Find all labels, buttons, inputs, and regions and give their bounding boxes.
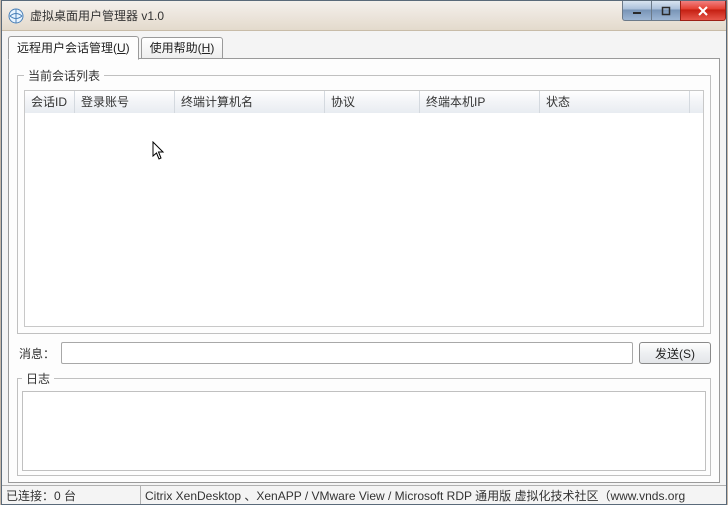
- table-column-header[interactable]: 状态: [540, 91, 690, 113]
- main-window: 虚拟桌面用户管理器 v1.0 远程用户会话管理(U) 使用帮助(H) 当前: [1, 0, 727, 505]
- table-column-filler: [690, 91, 703, 113]
- table-header: 会话ID登录账号终端计算机名协议终端本机IP状态: [25, 91, 703, 114]
- tab-strip: 远程用户会话管理(U) 使用帮助(H): [8, 37, 720, 59]
- table-column-header[interactable]: 登录账号: [75, 91, 175, 113]
- close-button[interactable]: [680, 1, 726, 21]
- minimize-button[interactable]: [622, 1, 652, 21]
- message-label: 消息：: [17, 345, 55, 362]
- titlebar[interactable]: 虚拟桌面用户管理器 v1.0: [2, 1, 726, 31]
- window-title: 虚拟桌面用户管理器 v1.0: [30, 7, 164, 24]
- window-controls: [623, 1, 726, 21]
- session-table[interactable]: 会话ID登录账号终端计算机名协议终端本机IP状态: [24, 90, 704, 327]
- window-body: 远程用户会话管理(U) 使用帮助(H) 当前会话列表 会话ID登录账号终端计算机…: [2, 31, 726, 485]
- session-list-group: 当前会话列表 会话ID登录账号终端计算机名协议终端本机IP状态: [17, 67, 711, 334]
- status-connected: 已连接：0 台: [2, 486, 141, 504]
- status-bar: 已连接：0 台 Citrix XenDesktop 、XenAPP / VMwa…: [2, 485, 726, 504]
- table-column-header[interactable]: 终端本机IP: [420, 91, 540, 113]
- tab-remote-sessions[interactable]: 远程用户会话管理(U): [8, 36, 139, 60]
- session-list-legend: 当前会话列表: [24, 67, 104, 84]
- table-column-header[interactable]: 协议: [325, 91, 420, 113]
- maximize-button[interactable]: [651, 1, 681, 21]
- status-footer: Citrix XenDesktop 、XenAPP / VMware View …: [141, 486, 726, 504]
- tab-panel-remote: 当前会话列表 会话ID登录账号终端计算机名协议终端本机IP状态 消息： 发送(S…: [8, 58, 720, 483]
- table-column-header[interactable]: 会话ID: [25, 91, 75, 113]
- app-icon: [8, 8, 24, 24]
- send-button[interactable]: 发送(S): [639, 342, 711, 364]
- log-legend: 日志: [22, 370, 54, 387]
- message-row: 消息： 发送(S): [17, 342, 711, 364]
- tab-help[interactable]: 使用帮助(H): [141, 37, 224, 59]
- table-body[interactable]: [25, 113, 703, 326]
- log-group: 日志: [17, 370, 711, 476]
- table-column-header[interactable]: 终端计算机名: [175, 91, 325, 113]
- log-textarea[interactable]: [22, 391, 706, 471]
- message-input[interactable]: [61, 342, 633, 364]
